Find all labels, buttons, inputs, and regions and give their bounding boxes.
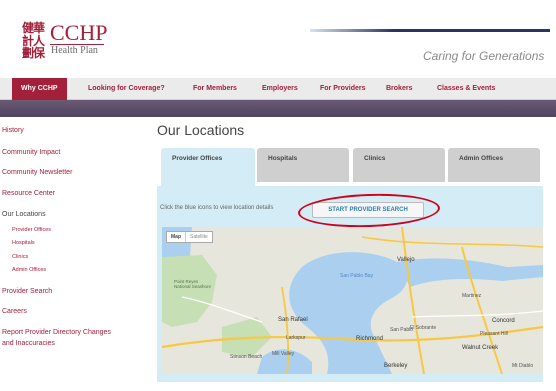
map-label-berkeley: Berkeley xyxy=(384,363,408,369)
tab-admin-offices[interactable]: Admin Offices xyxy=(448,148,540,182)
map-label-martinez: Martinez xyxy=(462,293,482,299)
map-toggle-satellite[interactable]: Satellite xyxy=(185,232,212,242)
map-label-san-pablo-bay: San Pablo Bay xyxy=(340,273,374,279)
map-label-el-sobrante: El Sobrante xyxy=(410,325,437,331)
nav-item-looking-for-coverage[interactable]: Looking for Coverage? xyxy=(88,78,165,100)
map-label-mill-valley: Mill Valley xyxy=(272,351,295,357)
map-graphic xyxy=(162,227,543,374)
page: 健華 計人 劃保 CCHP Health Plan Caring for Gen… xyxy=(0,0,556,391)
sidebar-item-provider-search[interactable]: Provider Search xyxy=(2,288,52,295)
sidebar-subitem-hospitals[interactable]: Hospitals xyxy=(12,240,35,246)
site-header: 健華 計人 劃保 CCHP Health Plan Caring for Gen… xyxy=(0,0,556,78)
nav-item-brokers[interactable]: Brokers xyxy=(386,78,412,100)
sidebar-item-resource-center[interactable]: Resource Center xyxy=(2,190,55,197)
sidebar: History Community Impact Community Newsl… xyxy=(0,118,150,391)
logo-subtitle: Health Plan xyxy=(51,45,98,56)
map-type-toggle: Map Satellite xyxy=(166,231,213,243)
map-label-san-pablo: San Pablo xyxy=(390,327,414,333)
nav-item-classes-events[interactable]: Classes & Events xyxy=(437,78,495,100)
tab-provider-offices[interactable]: Provider Offices xyxy=(161,148,255,188)
map-label-walnut-creek: Walnut Creek xyxy=(462,345,499,351)
page-title: Our Locations xyxy=(157,122,245,138)
locations-map[interactable]: Map Satellite Vallejo San Pablo Bay Poin… xyxy=(162,227,543,374)
sidebar-subitem-admin-offices[interactable]: Admin Offices xyxy=(12,267,46,273)
map-label-mt-diablo: Mt Diablo xyxy=(512,363,534,369)
map-label-pleasant-hill: Pleasant Hill xyxy=(480,331,508,337)
sidebar-subitem-clinics[interactable]: Clinics xyxy=(12,254,28,260)
sidebar-subitem-provider-offices[interactable]: Provider Offices xyxy=(12,227,51,233)
map-toggle-map[interactable]: Map xyxy=(167,232,185,242)
map-label-concord: Concord xyxy=(492,318,515,324)
tagline: Caring for Generations xyxy=(423,49,545,63)
tagline-rule xyxy=(310,29,550,32)
sidebar-item-our-locations[interactable]: Our Locations xyxy=(2,211,46,218)
main-nav: Why CCHP Looking for Coverage? For Membe… xyxy=(0,78,556,100)
tab-hospitals[interactable]: Hospitals xyxy=(257,148,349,182)
instruction-text: Click the blue icons to view location de… xyxy=(160,205,274,211)
map-label-richmond: Richmond xyxy=(356,336,384,342)
nav-item-for-members[interactable]: For Members xyxy=(193,78,237,100)
sidebar-item-history[interactable]: History xyxy=(2,127,24,134)
sidebar-item-careers[interactable]: Careers xyxy=(2,308,27,315)
location-tabs: Provider Offices Hospitals Clinics Admin… xyxy=(157,148,547,188)
sidebar-item-report-directory-changes-line2[interactable]: and Inaccuracies xyxy=(2,340,55,347)
sidebar-item-report-directory-changes[interactable]: Report Provider Directory Changes xyxy=(2,329,111,336)
logo-chinese-characters[interactable]: 健華 計人 劃保 xyxy=(22,22,46,60)
sidebar-item-community-newsletter[interactable]: Community Newsletter xyxy=(2,169,72,176)
tab-clinics[interactable]: Clinics xyxy=(353,148,445,182)
map-label-vallejo: Vallejo xyxy=(397,257,415,263)
map-label-point-reyes: Point Reyes National Seashore xyxy=(174,279,212,289)
sidebar-item-community-impact[interactable]: Community Impact xyxy=(2,149,60,156)
nav-item-for-providers[interactable]: For Providers xyxy=(320,78,366,100)
logo-name[interactable]: CCHP xyxy=(50,22,107,44)
map-label-larkspur: Larkspur xyxy=(286,335,306,341)
banner-strip xyxy=(0,100,556,117)
map-label-stinson-beach: Stinson Beach xyxy=(230,354,263,360)
nav-item-employers[interactable]: Employers xyxy=(262,78,298,100)
map-label-san-rafael: San Rafael xyxy=(278,317,308,323)
nav-item-why-cchp[interactable]: Why CCHP xyxy=(12,78,67,100)
